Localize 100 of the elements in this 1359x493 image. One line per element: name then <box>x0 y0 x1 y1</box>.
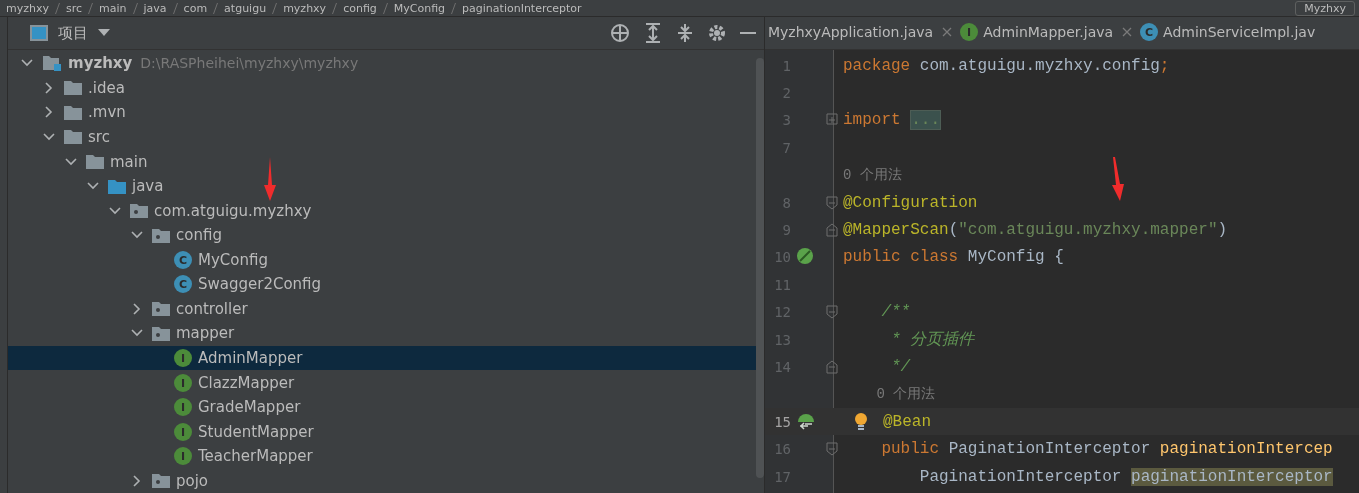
tree-item-label: .idea <box>88 78 125 97</box>
breadcrumb-item[interactable]: paginationInterceptor <box>462 1 582 15</box>
breadcrumb-item[interactable]: myzhxy <box>6 1 49 15</box>
package-icon <box>152 227 170 243</box>
tree-item[interactable]: I TeacherMapper <box>8 444 756 469</box>
tree-item-label: pojo <box>176 471 209 490</box>
folder-icon <box>86 154 104 170</box>
tree-item[interactable]: C MyConfig <box>8 247 756 273</box>
minimize-icon[interactable] <box>740 31 756 35</box>
folder-icon <box>64 104 82 120</box>
collapse-all-icon[interactable] <box>676 23 694 43</box>
breadcrumb-item[interactable]: atguigu <box>224 1 267 15</box>
breadcrumb-separator <box>382 2 388 14</box>
tree-item[interactable]: src <box>8 124 756 150</box>
usage-hint[interactable]: 0 个用法 <box>843 385 936 404</box>
locate-icon[interactable] <box>610 23 630 43</box>
tree-item-label: config <box>176 226 222 245</box>
interface-icon: I <box>960 22 979 41</box>
tree-item[interactable]: java <box>8 173 756 199</box>
fold-icon[interactable] <box>826 195 838 210</box>
tree-item[interactable]: controller <box>8 296 756 322</box>
tree-item[interactable]: .mvn <box>8 100 756 125</box>
tree-item-label: AdminMapper <box>198 349 303 368</box>
tree-item-label: myzhxy <box>68 54 133 73</box>
tree-item-label: mapper <box>176 324 235 343</box>
code-line: * 分页插件 <box>890 330 975 351</box>
package-icon <box>130 203 148 219</box>
code-editor[interactable] <box>765 50 1359 493</box>
fold-icon[interactable] <box>826 360 838 374</box>
tree-item[interactable]: C Swagger2Config <box>8 272 756 297</box>
code-line: public PaginationInterceptor paginationIntercep <box>880 440 1333 459</box>
tree-item[interactable]: mapper <box>8 321 756 346</box>
close-icon[interactable] <box>1122 26 1133 37</box>
interface-icon: I <box>174 349 192 368</box>
code-line: @MapperScan("com.atguigu.myzhxy.mapper") <box>843 221 1228 240</box>
editor-tab[interactable]: C AdminServiceImpl.jav <box>1137 17 1321 49</box>
module-icon <box>42 54 62 73</box>
tree-item[interactable]: pojo <box>8 468 756 493</box>
tree-item[interactable]: main <box>8 149 756 174</box>
tree-item-label: controller <box>176 299 248 318</box>
tree-item[interactable]: I GradeMapper <box>8 394 756 420</box>
code-line: @Configuration <box>843 193 978 212</box>
breadcrumb-separator <box>451 2 457 14</box>
tree-item[interactable]: myzhxy D:\RASPheihei\myzhxy\myzhxy <box>8 51 756 76</box>
code-line: /** <box>880 303 911 322</box>
package-icon <box>152 301 170 317</box>
tree-item-label: GradeMapper <box>198 398 301 417</box>
breadcrumb-separator <box>332 2 338 14</box>
tree-item[interactable]: .idea <box>8 75 756 101</box>
breadcrumb-item[interactable]: main <box>99 1 127 15</box>
tree-item[interactable]: com.atguigu.myzhxy <box>8 198 756 223</box>
panel-title[interactable]: 项目 <box>58 23 88 43</box>
run-config-selector[interactable]: Myzhxy <box>1295 0 1355 16</box>
editor-tab[interactable]: I AdminMapper.java <box>957 17 1138 49</box>
code-line: @Bean <box>883 412 931 431</box>
class-icon: C <box>1140 22 1159 41</box>
interface-icon: I <box>174 373 192 392</box>
breadcrumb-separator <box>172 2 178 14</box>
package-icon <box>152 325 170 341</box>
code-line: */ <box>890 358 911 376</box>
code-line: PaginationInterceptor paginationInterceptor <box>918 467 1333 486</box>
close-icon[interactable] <box>942 26 953 37</box>
breadcrumb-item[interactable]: myzhxy <box>283 1 327 15</box>
breadcrumb-item[interactable]: MyConfig <box>393 1 446 15</box>
tree-item[interactable]: I ClazzMapper <box>8 370 756 395</box>
interface-icon: I <box>174 422 192 441</box>
code-line: package com.atguigu.myzhxy.config; <box>843 56 1170 75</box>
interface-icon: I <box>174 398 192 417</box>
code-line: public class MyConfig { <box>843 248 1064 267</box>
tree-item[interactable]: I AdminMapper <box>8 345 756 371</box>
lightbulb-icon[interactable] <box>853 411 869 432</box>
settings-icon[interactable] <box>708 24 726 42</box>
bean-link-icon[interactable] <box>796 411 816 432</box>
window-icon <box>30 25 48 41</box>
tree-item-label: Swagger2Config <box>198 275 322 294</box>
package-icon <box>152 473 170 489</box>
editor-tab[interactable]: MyzhxyApplication.java <box>765 17 958 49</box>
breadcrumb-item[interactable]: config <box>343 1 377 15</box>
breadcrumb-separator <box>55 2 60 14</box>
breadcrumb-separator <box>213 2 219 14</box>
caret-icon[interactable] <box>98 29 110 37</box>
tree-item[interactable]: config <box>8 222 756 248</box>
module-path: D:\RASPheihei\myzhxy\myzhxy <box>140 55 359 72</box>
fold-icon[interactable] <box>826 442 838 457</box>
tree-item-label: StudentMapper <box>198 422 314 441</box>
tree-item-label: java <box>132 177 164 196</box>
breadcrumb-item[interactable]: src <box>66 1 83 15</box>
tree-item[interactable]: I StudentMapper <box>8 419 756 444</box>
fold-icon[interactable] <box>826 223 838 238</box>
fold-icon[interactable] <box>826 305 838 320</box>
breadcrumb-item[interactable]: com <box>183 1 208 15</box>
breadcrumb-item[interactable]: java <box>143 1 167 15</box>
tree-item-label: com.atguigu.myzhxy <box>154 201 312 220</box>
tree-item-label: TeacherMapper <box>198 447 313 466</box>
expand-all-icon[interactable] <box>644 23 662 43</box>
scrollbar[interactable] <box>756 58 764 478</box>
tree-item-label: main <box>110 152 148 171</box>
usage-hint[interactable]: 0 个用法 <box>843 166 902 185</box>
tree-item-label: src <box>88 127 110 146</box>
tree-item-label: ClazzMapper <box>198 373 295 392</box>
